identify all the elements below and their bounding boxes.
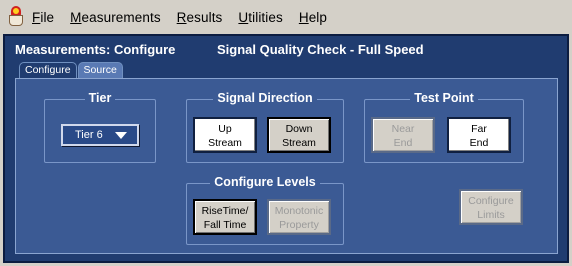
menu-help[interactable]: Help [299,10,327,25]
app-icon[interactable] [6,6,26,28]
tab-bar: Configure Source [19,62,124,78]
monotonic-property-button[interactable]: Monotonic Property [267,199,331,235]
main-window: Measurements: Configure Signal Quality C… [3,34,569,263]
menu-measurements[interactable]: Measurements [70,10,161,25]
far-end-button[interactable]: Far End [447,117,511,153]
tab-configure[interactable]: Configure [19,62,77,78]
signal-direction-title: Signal Direction [213,91,317,105]
near-end-button[interactable]: Near End [371,117,435,153]
configure-levels-group: Configure Levels RiseTime/ Fall Time Mon… [186,175,344,245]
configure-limits-button[interactable]: Configure Limits [459,189,523,225]
menu-utilities[interactable]: Utilities [238,10,282,25]
page-title: Measurements: Configure [15,42,176,57]
menu-file[interactable]: File [32,10,54,25]
tab-source[interactable]: Source [77,62,123,78]
tier-dropdown[interactable]: Tier 6 [61,124,139,146]
test-point-title: Test Point [410,91,478,105]
tier-group: Tier Tier 6 [44,91,156,163]
menu-bar: File Measurements Results Utilities Help [0,0,572,34]
source-panel: Tier Tier 6 Signal Direction Up Stream D… [15,78,558,254]
down-stream-button[interactable]: Down Stream [267,117,331,153]
signal-direction-group: Signal Direction Up Stream Down Stream [186,91,344,163]
chevron-down-icon [115,132,127,139]
menu-results[interactable]: Results [177,10,223,25]
up-stream-button[interactable]: Up Stream [193,117,257,153]
tier-group-title: Tier [84,91,116,105]
risetime-falltime-button[interactable]: RiseTime/ Fall Time [193,199,257,235]
tier-selected-value: Tier 6 [75,129,103,141]
page-subtitle: Signal Quality Check - Full Speed [217,42,424,57]
configure-levels-title: Configure Levels [210,175,320,189]
test-point-group: Test Point Near End Far End [364,91,524,163]
